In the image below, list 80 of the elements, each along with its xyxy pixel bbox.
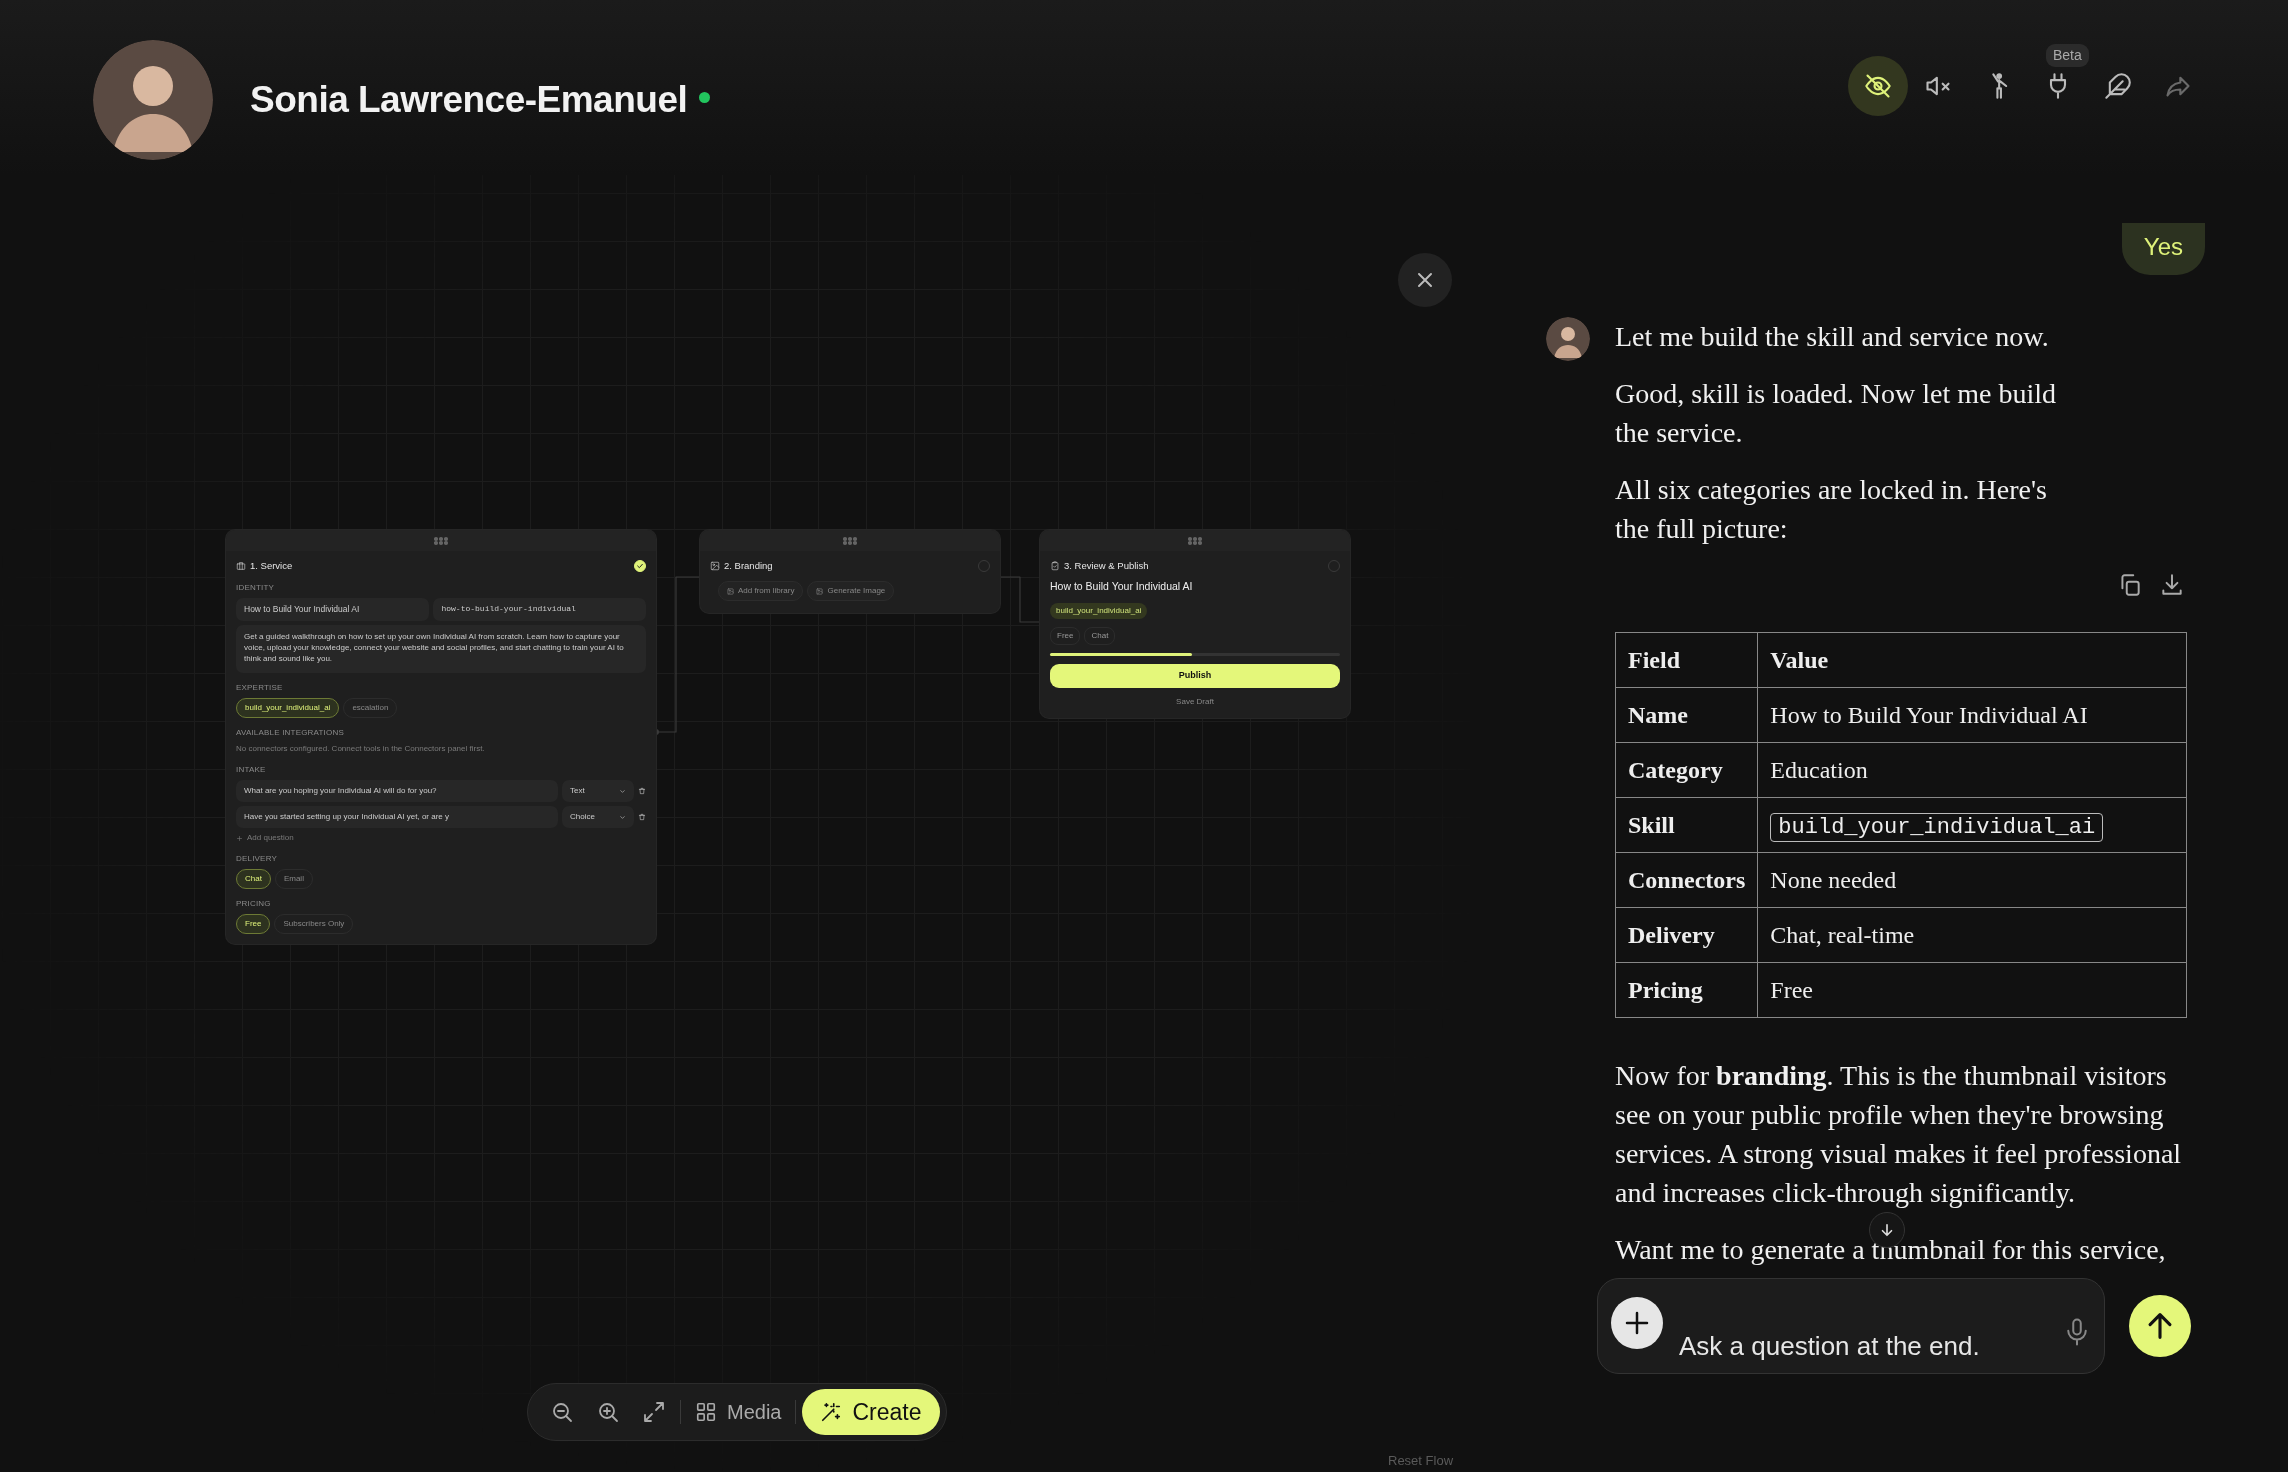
table-cell: How to Build Your Individual AI (1757, 687, 2187, 743)
section-label: PRICING (236, 898, 272, 910)
zoom-in-icon (596, 1400, 620, 1424)
action-chip[interactable]: Add from library (718, 581, 804, 602)
description-field[interactable]: Get a guided walkthrough on how to set up your own Individual AI from scratch. Learn how to capture your voice, upload your knowledge, connect your website and social profiles, and start chatting to train your AI to think and sound like you. (236, 625, 646, 673)
option-chip[interactable]: Chat (236, 869, 271, 889)
table-header: Field (1615, 632, 1758, 688)
section-label: IDENTITY (236, 582, 276, 595)
message-text: Now for branding. This is the thumbnail visitors see on your public profile when they're browsing services. A strong visual makes it feel professional and increases click-through significantly. (1615, 1059, 2183, 1210)
message-text: Good, skill is loaded. Now let me build the service. (1615, 377, 2057, 450)
option-chip[interactable]: build_your_individual_ai (236, 698, 340, 718)
image-icon (727, 587, 734, 595)
plus-icon (236, 834, 243, 842)
table-cell: Free (1757, 962, 2187, 1018)
table-cell: Chat, real-time (1757, 907, 2187, 963)
tag: Free (1050, 627, 1081, 645)
feather-icon (2104, 72, 2132, 100)
message-text: All six categories are locked in. Here's the full picture: (1615, 473, 2048, 546)
eye-off-icon (1864, 72, 1892, 100)
user-message: Yes (2121, 223, 2205, 275)
table-cell: Skill (1615, 797, 1758, 853)
download-icon (2159, 572, 2185, 598)
message-input[interactable]: Ask a question at the end. (1679, 1319, 2046, 1373)
download-button[interactable] (2159, 572, 2185, 598)
tag: Chat (1084, 627, 1116, 645)
review-heading: How to Build Your Individual AI (1050, 579, 1194, 595)
connector-line (999, 576, 1041, 623)
chevron-down-icon (619, 787, 626, 795)
type-select[interactable]: Text (562, 780, 634, 802)
trash-icon (638, 787, 646, 795)
profile-name: Sonia Lawrence-Emanuel (250, 78, 688, 123)
node-title: 1. Service (250, 559, 293, 573)
media-button[interactable]: Media (687, 1393, 790, 1431)
image-icon (710, 561, 720, 572)
create-button[interactable]: Create (802, 1389, 940, 1435)
integrations-note: No connectors configured. Connect tools in the Connectors panel first. (236, 743, 486, 755)
section-label: AVAILABLE INTEGRATIONS (236, 727, 345, 739)
expand-icon (642, 1400, 666, 1424)
table-cell: Category (1615, 742, 1758, 798)
beta-badge: Beta (2046, 44, 2089, 67)
grid-icon (695, 1401, 717, 1423)
section-label: EXPERTISE (236, 682, 284, 694)
type-select[interactable]: Choice (562, 806, 634, 828)
message-field[interactable]: Ask a question at the end. (1597, 1278, 2105, 1374)
avatar (1546, 317, 1590, 361)
add-question-link[interactable]: Add question (247, 832, 294, 844)
drag-handle-icon (433, 535, 449, 546)
table-header: Value (1757, 632, 2187, 688)
drag-handle-icon (1187, 535, 1203, 546)
title-field[interactable]: How to Build Your Individual AI (236, 598, 430, 621)
table-cell: Name (1615, 687, 1758, 743)
table-cell: None needed (1757, 852, 2187, 908)
table-cell: Education (1757, 742, 2187, 798)
briefcase-icon (236, 561, 246, 572)
option-chip[interactable]: Free (236, 914, 271, 934)
section-label: INTAKE (236, 764, 267, 776)
node-title: 3. Review & Publish (1064, 559, 1149, 573)
table-cell: Delivery (1615, 907, 1758, 963)
drag-handle-icon (842, 535, 858, 546)
publish-button[interactable]: Publish (1050, 664, 1340, 688)
question-field[interactable]: What are you hoping your Individual AI will do for you? (236, 780, 558, 802)
save-draft-link[interactable]: Save Draft (1050, 696, 1340, 708)
image-icon (816, 587, 824, 595)
table-cell: Pricing (1615, 962, 1758, 1018)
trash-icon (638, 813, 646, 821)
magic-wand-icon (820, 1401, 843, 1423)
message-text: Want me to generate a thumbnail for this service, (1615, 1233, 2167, 1267)
clipboard-check-icon (1050, 561, 1060, 572)
node-title: 2. Branding (724, 559, 773, 573)
message-text: Let me build the skill and service now. (1615, 320, 2050, 354)
action-chip[interactable]: Generate Image (807, 581, 895, 602)
slug-field[interactable]: how-to-build-your-individual (433, 598, 646, 621)
chevron-down-icon (619, 813, 626, 821)
code-value: build_your_individual_ai (1770, 812, 2104, 842)
zoom-out-icon (550, 1400, 574, 1424)
table-cell: Connectors (1615, 852, 1758, 908)
question-field[interactable]: Have you started setting up your Individual AI yet, or are y (236, 806, 558, 828)
section-label: DELIVERY (236, 853, 279, 865)
add-button[interactable] (1611, 1297, 1663, 1349)
skill-tag: build_your_individual_ai (1050, 603, 1148, 619)
